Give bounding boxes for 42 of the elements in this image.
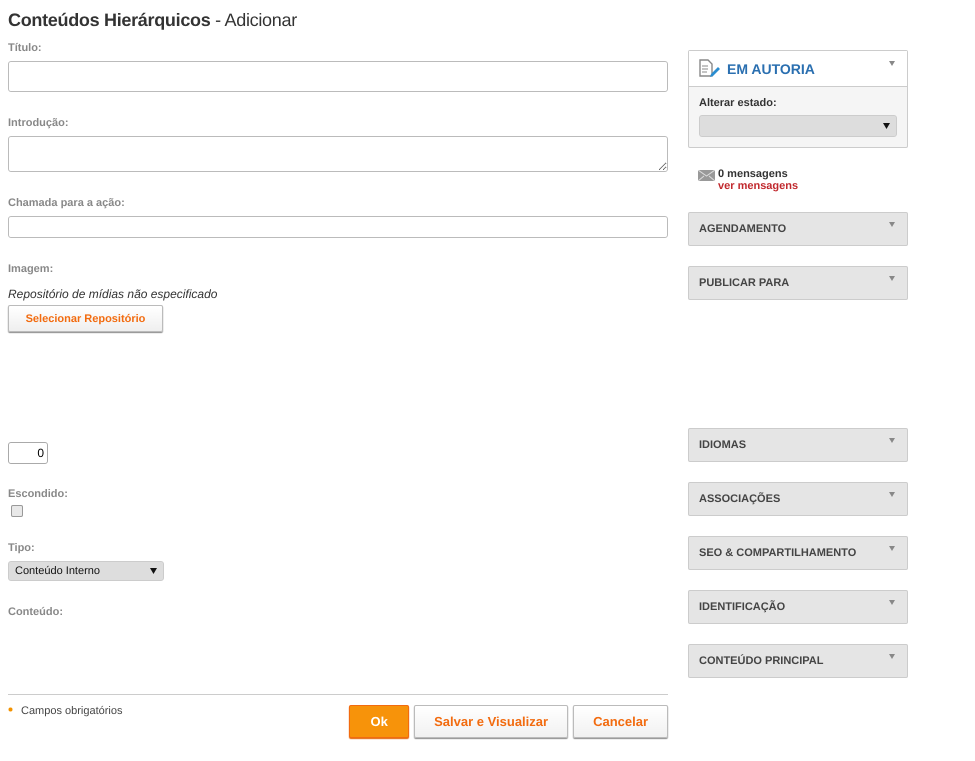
caret-icon[interactable]: [889, 61, 895, 66]
field-label: Chamada para a ação:: [8, 197, 125, 210]
dropdown-arrow-icon: [883, 123, 890, 129]
envelope-icon: [698, 170, 715, 181]
status-title: EM AUTORIA: [727, 60, 815, 76]
message-count: 0 mensagens: [718, 168, 789, 180]
introduction-textarea[interactable]: [8, 136, 668, 172]
state-select[interactable]: [699, 115, 897, 137]
collapsible-panel[interactable]: IDIOMAS: [688, 428, 908, 462]
field-label: Título:: [8, 42, 42, 55]
required-fields-note: Campos obrigatórios: [21, 705, 122, 717]
collapsible-panel[interactable]: PUBLICAR PARA: [688, 266, 908, 300]
change-state-label: Alterar estado:: [699, 97, 778, 109]
title-input[interactable]: [8, 61, 668, 92]
caret-icon: [889, 492, 895, 497]
field-label: Introdução:: [8, 117, 68, 130]
collapsible-panel[interactable]: ASSOCIAÇÕES: [688, 482, 908, 516]
caret-icon: [889, 600, 895, 605]
field-label: Escondido:: [8, 488, 68, 501]
field-label: Imagem:: [8, 263, 54, 276]
caret-icon: [889, 438, 895, 443]
media-note: Repositório de mídias não especificado: [8, 287, 218, 301]
document-edit-icon: [699, 58, 721, 78]
call-to-action-input[interactable]: [8, 216, 668, 238]
collapsible-panel[interactable]: SEO & COMPARTILHAMENTO: [688, 536, 908, 570]
page-subtitle: - Adicionar: [215, 10, 297, 30]
caret-icon: [889, 276, 895, 281]
caret-icon: [889, 546, 895, 551]
field-label: Conteúdo:: [8, 606, 63, 619]
caret-icon: [889, 222, 895, 227]
dropdown-arrow-icon: [150, 568, 157, 574]
hidden-checkbox[interactable]: [11, 505, 23, 517]
position-input[interactable]: 0: [8, 442, 48, 464]
collapsible-panel[interactable]: IDENTIFICAÇÃO: [688, 590, 908, 624]
required-marker-icon: [8, 707, 13, 712]
collapsible-panel[interactable]: AGENDAMENTO: [688, 212, 908, 246]
field-label: Tipo:: [8, 542, 35, 555]
page-title: Conteúdos Hierárquicos: [8, 10, 210, 30]
type-select[interactable]: Conteúdo Interno: [8, 561, 164, 581]
view-messages-link[interactable]: ver mensagens: [718, 180, 798, 192]
caret-icon: [889, 654, 895, 659]
collapsible-panel[interactable]: CONTEÚDO PRINCIPAL: [688, 644, 908, 678]
